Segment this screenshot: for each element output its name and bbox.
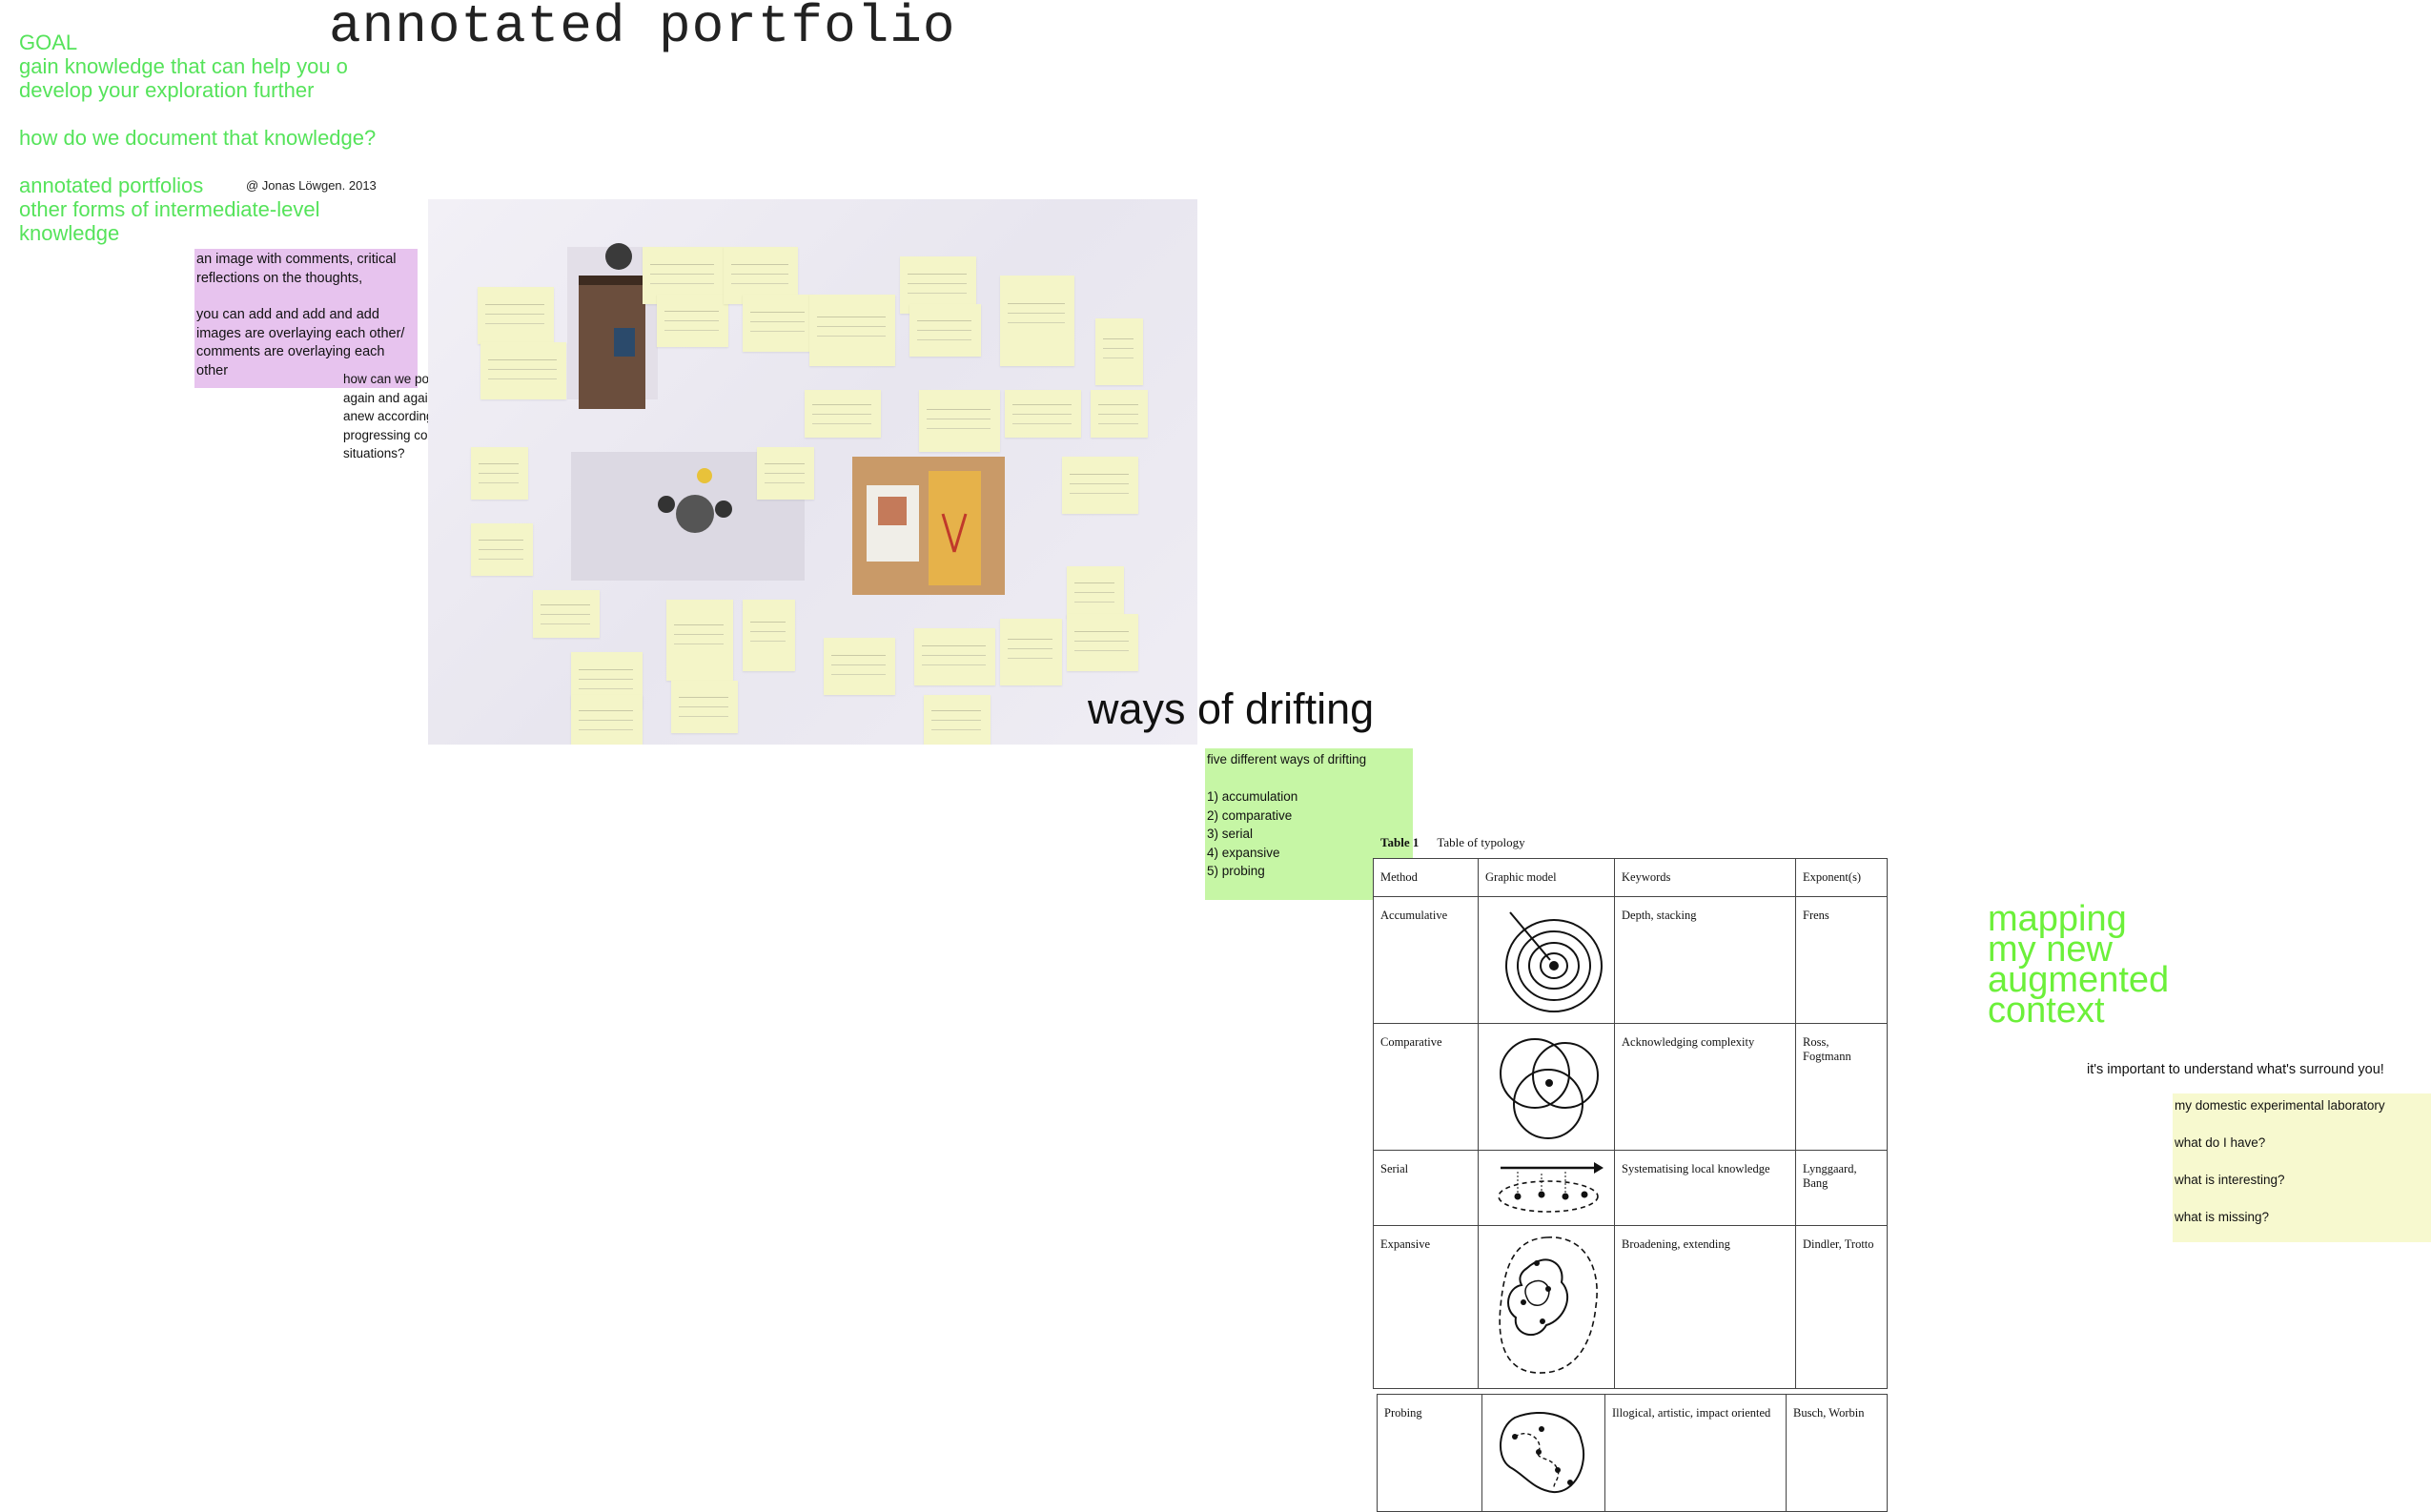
sticky-note <box>1005 390 1081 438</box>
sticky-note <box>471 447 528 500</box>
table-header-row: Method Graphic model Keywords Exponent(s… <box>1373 858 1888 897</box>
method-cell: Expansive <box>1373 1225 1479 1389</box>
exponents-cell: Busch, Worbin <box>1786 1394 1888 1512</box>
keywords-cell: Depth, stacking <box>1614 896 1796 1024</box>
goal-question: how do we document that knowledge? <box>19 126 377 150</box>
sticky-notes-photo[interactable] <box>428 199 1197 745</box>
sticky-note <box>480 342 566 399</box>
list-item: 2) comparative <box>1207 807 1293 823</box>
keywords-cell: Broadening, extending <box>1614 1225 1796 1389</box>
sticky-note <box>1000 619 1062 685</box>
serial-graphic-icon <box>1498 1162 1604 1213</box>
sticky-note <box>924 695 991 745</box>
sticky-note <box>805 390 881 438</box>
note-title: my domestic experimental laboratory <box>2175 1098 2385 1113</box>
sticky-note <box>657 295 728 347</box>
method-cell: Accumulative <box>1373 896 1479 1024</box>
table-caption-text: Table of typology <box>1437 835 1525 849</box>
note-question: what is interesting? <box>2175 1173 2285 1187</box>
sticky-note <box>1067 614 1138 671</box>
table-caption-label: Table 1 <box>1380 835 1420 849</box>
column-header: Graphic model <box>1478 858 1615 897</box>
column-header: Method <box>1373 858 1479 897</box>
column-header: Exponent(s) <box>1795 858 1888 897</box>
pink-sticky-note[interactable]: an image with comments, critical reflect… <box>194 249 418 388</box>
goal-line: develop your exploration further <box>19 78 315 102</box>
exponents-cell: Ross, Fogtmann <box>1795 1023 1888 1151</box>
sticky-note <box>914 628 995 685</box>
typology-table: Method Graphic model Keywords Exponent(s… <box>1373 858 1888 1389</box>
sticky-note <box>1091 390 1148 438</box>
method-cell: Serial <box>1373 1150 1479 1226</box>
comparative-graphic-icon <box>1500 1038 1599 1139</box>
sticky-note <box>666 600 733 681</box>
graphic-model-cell <box>1478 896 1615 1024</box>
keywords-cell: Acknowledging complexity <box>1614 1023 1796 1151</box>
note-question: what is missing? <box>2175 1210 2270 1224</box>
sticky-note <box>909 304 981 357</box>
note-text: an image with comments, critical reflect… <box>196 252 397 286</box>
table-row: Comparative Acknowledging complexity Ros… <box>1373 1023 1888 1151</box>
exponents-cell: Dindler, Trotto <box>1795 1225 1888 1389</box>
yellow-sticky-note[interactable]: my domestic experimental laboratory what… <box>2173 1093 2431 1242</box>
table-caption: Table 1 Table of typology <box>1380 835 1525 850</box>
keywords-cell: Illogical, artistic, impact oriented <box>1604 1394 1787 1512</box>
table-row: Serial Systematising local knowledge Lyn… <box>1373 1150 1888 1226</box>
typology-table-continued: Probing Illogical, artistic, impact orie… <box>1377 1394 1888 1512</box>
table-row: Expansive Broadening, extending Dindler,… <box>1373 1225 1888 1389</box>
goal-block: GOAL gain knowledge that can help you o … <box>19 31 376 245</box>
goal-label: GOAL <box>19 31 78 54</box>
sticky-note <box>533 590 600 638</box>
probing-graphic-icon <box>1499 1412 1585 1494</box>
table-row: Accumulative Depth, stacking Frens <box>1373 896 1888 1024</box>
note-question: what do I have? <box>2175 1135 2266 1150</box>
page-title: annotated portfolio <box>329 0 956 57</box>
exponents-cell: Frens <box>1795 896 1888 1024</box>
table-row: Probing Illogical, artistic, impact orie… <box>1377 1394 1888 1512</box>
sticky-note <box>478 287 554 344</box>
goal-line: gain knowledge that can help you o <box>19 54 348 78</box>
goal-item: other forms of intermediate-level <box>19 197 320 221</box>
graphic-model-cell <box>1478 1150 1615 1226</box>
expansive-graphic-icon <box>1499 1236 1598 1374</box>
note-text: five different ways of drifting <box>1207 752 1367 766</box>
accumulative-graphic-icon <box>1505 911 1603 1012</box>
sticky-note <box>671 681 738 733</box>
sticky-note <box>919 390 1000 452</box>
exponents-cell: Lynggaard, Bang <box>1795 1150 1888 1226</box>
mapping-heading: mapping my new augmented context <box>1988 901 2169 1029</box>
sticky-note <box>743 295 814 352</box>
goal-item: knowledge <box>19 221 120 245</box>
graphic-model-cell <box>1481 1394 1605 1512</box>
sticky-note <box>471 523 533 576</box>
sticky-note <box>1062 457 1138 514</box>
sticky-note <box>824 638 895 695</box>
sticky-note <box>1000 276 1074 366</box>
graphic-model-cell <box>1478 1023 1615 1151</box>
method-cell: Probing <box>1377 1394 1482 1512</box>
sticky-note <box>1095 318 1143 385</box>
method-cell: Comparative <box>1373 1023 1479 1151</box>
column-header: Keywords <box>1614 858 1796 897</box>
sticky-note <box>809 295 895 366</box>
photo-credit: @ Jonas Löwgen. 2013 <box>246 178 377 193</box>
sticky-note <box>757 447 814 500</box>
surround-text: it's important to understand what's surr… <box>2087 1062 2384 1077</box>
graphic-model-cell <box>1478 1225 1615 1389</box>
sticky-note <box>571 695 643 745</box>
sticky-note <box>1067 566 1124 619</box>
sticky-note <box>743 600 795 671</box>
ways-of-drifting-title: ways of drifting <box>1088 684 1375 733</box>
list-item: 1) accumulation <box>1207 789 1298 804</box>
keywords-cell: Systematising local knowledge <box>1614 1150 1796 1226</box>
